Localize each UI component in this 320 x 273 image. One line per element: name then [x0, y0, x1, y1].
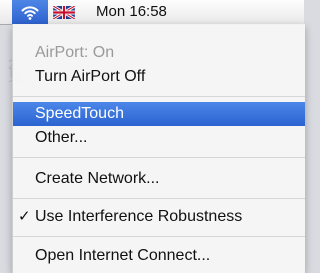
network-item-speedtouch[interactable]: SpeedTouch [13, 102, 305, 126]
network-item-other[interactable]: Other... [13, 126, 305, 150]
menu-separator [13, 236, 305, 237]
airport-status: AirPort: On [13, 41, 305, 65]
menu-bar: Mon 16:58 [0, 0, 304, 25]
menubar-clock[interactable]: Mon 16:58 [96, 3, 167, 20]
menu-separator [13, 157, 305, 158]
menu-separator [13, 198, 305, 199]
wifi-icon [21, 6, 39, 20]
menu-separator [13, 96, 305, 97]
turn-airport-off-item[interactable]: Turn AirPort Off [13, 65, 305, 89]
interference-robustness-label: Use Interference Robustness [35, 208, 243, 225]
network-label: SpeedTouch [35, 105, 124, 122]
create-network-label: Create Network... [35, 170, 160, 187]
uk-flag-icon[interactable] [53, 6, 75, 19]
open-internet-connect-label: Open Internet Connect... [35, 247, 211, 264]
checkmark-icon: ✓ [18, 208, 31, 225]
create-network-item[interactable]: Create Network... [13, 167, 305, 191]
turn-airport-off-label: Turn AirPort Off [35, 68, 146, 85]
interference-robustness-item[interactable]: ✓ Use Interference Robustness [13, 205, 305, 229]
network-label: Other... [35, 129, 88, 146]
airport-menu-extra[interactable] [12, 0, 48, 24]
airport-status-label: AirPort: On [35, 44, 115, 61]
airport-menu: AirPort: On Turn AirPort Off SpeedTouch … [12, 24, 305, 273]
open-internet-connect-item[interactable]: Open Internet Connect... [13, 244, 305, 268]
